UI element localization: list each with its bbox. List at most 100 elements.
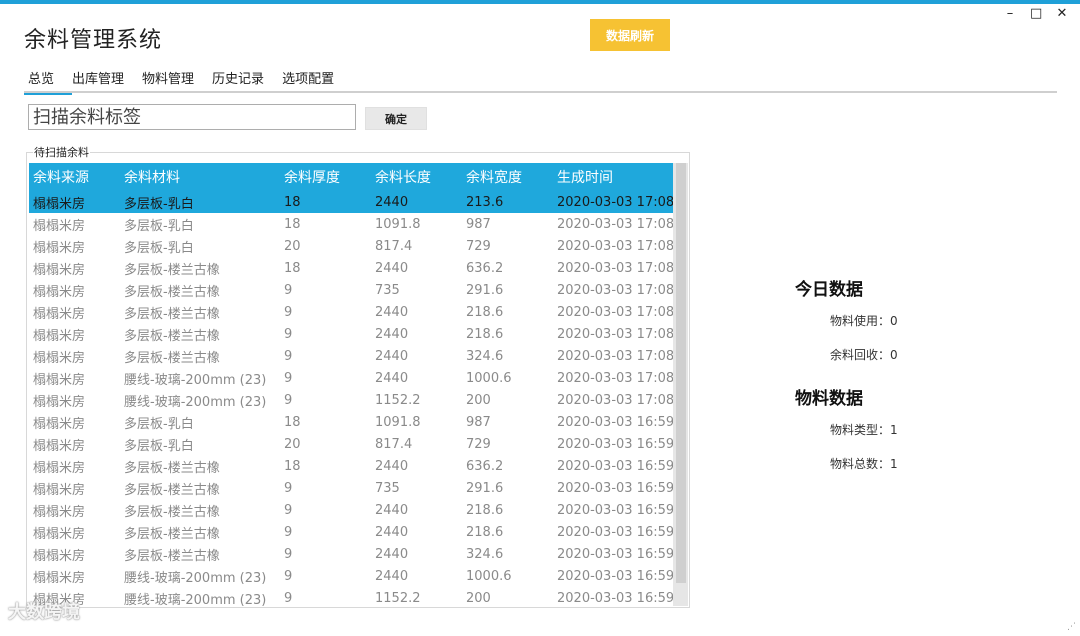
table-cell: 多层板-楼兰古橡 [124, 262, 220, 278]
table-cell: 1091.8 [375, 216, 421, 232]
table-row[interactable]: 榻榻米房 腰线-玻璃-200mm (23) 9 2440 1000.6 2020-03-0… [29, 367, 673, 389]
table-cell: 2020-03-03 17:08 [557, 260, 673, 276]
table-cell: 1152.2 [375, 392, 421, 408]
column-header[interactable]: 余料宽度 [462, 167, 553, 187]
table-cell: 榻榻米房 [33, 328, 86, 344]
column-header[interactable]: 余料材料 [120, 167, 280, 187]
table-row[interactable]: 榻榻米房 多层板-楼兰古橡 9 2440 218.6 2020-03-03 17:08 [29, 323, 673, 345]
table-cell: 榻榻米房 [33, 548, 86, 564]
table-cell: 200 [466, 392, 491, 408]
table-cell: 9 [284, 524, 293, 540]
table-cell: 218.6 [466, 304, 504, 320]
table-cell: 2020-03-03 16:59 [557, 568, 673, 584]
column-header[interactable]: 余料厚度 [280, 167, 371, 187]
table-cell: 多层板-楼兰古橡 [124, 350, 220, 366]
table-cell: 榻榻米房 [33, 284, 86, 300]
table-row[interactable]: 榻榻米房 多层板-乳白 18 1091.8 987 2020-03-03 16:59 [29, 411, 673, 433]
minimize-icon[interactable]: – [1004, 6, 1016, 21]
table-cell: 291.6 [466, 282, 504, 298]
table-cell: 榻榻米房 [33, 196, 86, 212]
table-cell: 817.4 [375, 436, 413, 452]
table-cell: 2440 [375, 348, 409, 364]
table-cell: 2020-03-03 16:59 [557, 590, 673, 606]
table-row[interactable]: 榻榻米房 多层板-楼兰古橡 18 2440 636.2 2020-03-03 17:08 [29, 257, 673, 279]
table-row[interactable]: 榻榻米房 腰线-玻璃-200mm (23) 9 1152.2 200 2020-03-03… [29, 587, 673, 607]
table-cell: 榻榻米房 [33, 262, 86, 278]
table-row[interactable]: 榻榻米房 多层板-楼兰古橡 9 735 291.6 2020-03-03 16:59 [29, 477, 673, 499]
table-row[interactable]: 榻榻米房 多层板-楼兰古橡 9 2440 218.6 2020-03-03 17:08 [29, 301, 673, 323]
table-cell: 2440 [375, 546, 409, 562]
table-cell: 2020-03-03 16:59 [557, 502, 673, 518]
table-cell: 729 [466, 436, 491, 452]
confirm-button[interactable]: 确定 [365, 107, 427, 130]
refresh-data-button[interactable]: 数据刷新 [590, 19, 670, 51]
table-cell: 1091.8 [375, 414, 421, 430]
table-cell: 榻榻米房 [33, 350, 86, 366]
table-cell: 多层板-楼兰古橡 [124, 526, 220, 542]
table-cell: 多层板-楼兰古橡 [124, 482, 220, 498]
table-cell: 2020-03-03 16:59 [557, 436, 673, 452]
table-cell: 9 [284, 304, 293, 320]
table-cell: 20 [284, 436, 301, 452]
table-cell: 腰线-玻璃-200mm (23) [124, 372, 267, 388]
table-row[interactable]: 榻榻米房 多层板-乳白 20 817.4 729 2020-03-03 16:59 [29, 433, 673, 455]
table-row[interactable]: 榻榻米房 多层板-楼兰古橡 9 2440 218.6 2020-03-03 16:59 [29, 521, 673, 543]
table-cell: 2440 [375, 502, 409, 518]
table-cell: 2020-03-03 17:08 [557, 282, 673, 298]
table-row[interactable]: 榻榻米房 腰线-玻璃-200mm (23) 9 2440 1000.6 2020-03-0… [29, 565, 673, 587]
table-row[interactable]: 榻榻米房 多层板-乳白 20 817.4 729 2020-03-03 17:08 [29, 235, 673, 257]
maximize-icon[interactable]: □ [1030, 6, 1042, 21]
table-cell: 2440 [375, 326, 409, 342]
table-cell: 1000.6 [466, 370, 512, 386]
table-cell: 2020-03-03 16:59 [557, 458, 673, 474]
table-cell: 榻榻米房 [33, 240, 86, 256]
table-cell: 榻榻米房 [33, 218, 86, 234]
table-cell: 20 [284, 238, 301, 254]
table-cell: 817.4 [375, 238, 413, 254]
table-cell: 2440 [375, 194, 409, 210]
table-cell: 636.2 [466, 458, 504, 474]
table-cell: 218.6 [466, 502, 504, 518]
table-cell: 2020-03-03 16:59 [557, 414, 673, 430]
table-cell: 多层板-楼兰古橡 [124, 328, 220, 344]
table-cell: 2440 [375, 370, 409, 386]
table-row[interactable]: 榻榻米房 多层板-楼兰古橡 9 2440 324.6 2020-03-03 16:59 [29, 543, 673, 565]
table-row[interactable]: 榻榻米房 多层板-楼兰古橡 18 2440 636.2 2020-03-03 16:59 [29, 455, 673, 477]
close-icon[interactable]: ✕ [1056, 6, 1068, 21]
table-cell: 987 [466, 216, 491, 232]
table-row[interactable]: 榻榻米房 腰线-玻璃-200mm (23) 9 1152.2 200 2020-03-03… [29, 389, 673, 411]
table-cell: 榻榻米房 [33, 526, 86, 542]
table-cell: 多层板-乳白 [124, 218, 194, 234]
column-header[interactable]: 余料长度 [371, 167, 462, 187]
table-row[interactable]: 榻榻米房 多层板-楼兰古橡 9 2440 218.6 2020-03-03 16:59 [29, 499, 673, 521]
table-cell: 9 [284, 568, 293, 584]
table-cell: 榻榻米房 [33, 460, 86, 476]
table-cell: 2440 [375, 568, 409, 584]
table-row[interactable]: 榻榻米房 多层板-楼兰古橡 9 2440 324.6 2020-03-03 17:08 [29, 345, 673, 367]
table-cell: 2020-03-03 17:08 [557, 216, 673, 232]
watermark: 大数跨境 [8, 602, 80, 623]
table-cell: 18 [284, 458, 301, 474]
resize-grip-icon[interactable]: ⋰ [1067, 622, 1076, 632]
table-cell: 多层板-楼兰古橡 [124, 504, 220, 520]
table-cell: 218.6 [466, 326, 504, 342]
table-cell: 636.2 [466, 260, 504, 276]
table-cell: 324.6 [466, 348, 504, 364]
today-data-title: 今日数据 [795, 280, 863, 300]
table-cell: 218.6 [466, 524, 504, 540]
table-cell: 729 [466, 238, 491, 254]
column-header[interactable]: 余料来源 [29, 167, 120, 187]
scan-input[interactable] [28, 104, 356, 130]
table-cell: 榻榻米房 [33, 438, 86, 454]
table-cell: 多层板-乳白 [124, 438, 194, 454]
table-cell: 9 [284, 326, 293, 342]
table-scrollbar-thumb[interactable] [676, 163, 686, 583]
table-row[interactable]: 榻榻米房 多层板-楼兰古橡 9 735 291.6 2020-03-03 17:08 [29, 279, 673, 301]
table-cell: 腰线-玻璃-200mm (23) [124, 570, 267, 586]
table-row[interactable]: 榻榻米房 多层板-乳白 18 1091.8 987 2020-03-03 17:08 [29, 213, 673, 235]
table-cell: 9 [284, 282, 293, 298]
column-header[interactable]: 生成时间 [553, 167, 673, 187]
table-cell: 18 [284, 414, 301, 430]
app-title: 余料管理系统 [24, 28, 163, 53]
table-row[interactable]: 榻榻米房 多层板-乳白 18 2440 213.6 2020-03-03 17:08 [29, 191, 673, 213]
